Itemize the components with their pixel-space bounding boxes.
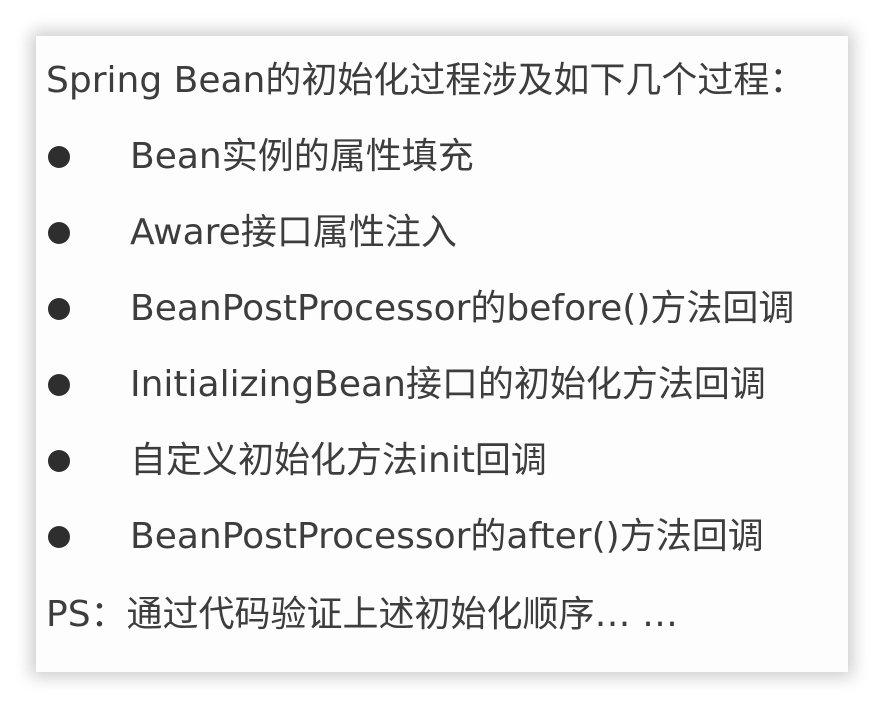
list-item: InitializingBean接口的初始化方法回调 — [36, 362, 848, 408]
list-item-text: Bean实例的属性填充 — [130, 136, 474, 177]
list-item: Bean实例的属性填充 — [36, 134, 848, 180]
heading-text: Spring Bean的初始化过程涉及如下几个过程： — [46, 60, 806, 101]
list-item-text: InitializingBean接口的初始化方法回调 — [130, 364, 766, 405]
bullet-icon — [48, 526, 70, 548]
bullet-icon — [48, 450, 70, 472]
list-item-text: BeanPostProcessor的before()方法回调 — [130, 288, 795, 329]
list-item-text: BeanPostProcessor的after()方法回调 — [130, 516, 764, 557]
content-card: Spring Bean的初始化过程涉及如下几个过程： Bean实例的属性填充 A… — [36, 36, 848, 672]
bullet-icon — [48, 222, 70, 244]
footer-text: PS：通过代码验证上述初始化顺序… … — [46, 594, 679, 635]
list-item-text: Aware接口属性注入 — [130, 212, 457, 253]
bullet-icon — [48, 298, 70, 320]
list-item: Aware接口属性注入 — [36, 210, 848, 256]
list-item: BeanPostProcessor的after()方法回调 — [36, 514, 848, 560]
list-item: BeanPostProcessor的before()方法回调 — [36, 286, 848, 332]
list-item-text: 自定义初始化方法init回调 — [130, 440, 547, 481]
list-item: 自定义初始化方法init回调 — [36, 438, 848, 484]
bullet-icon — [48, 146, 70, 168]
bullet-icon — [48, 374, 70, 396]
